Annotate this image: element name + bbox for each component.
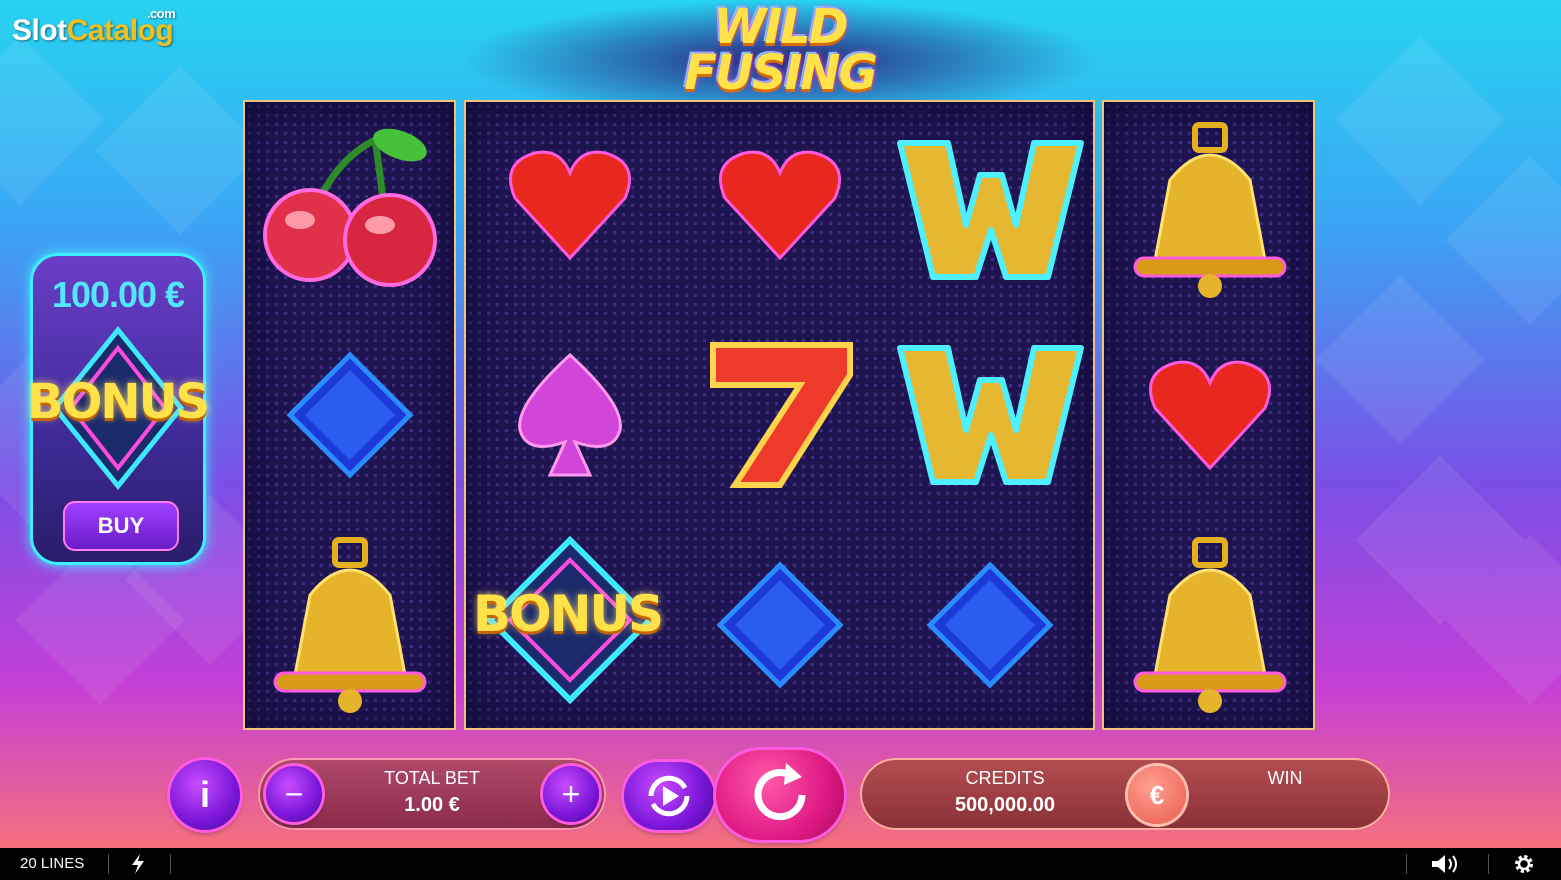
red-heart-symbol bbox=[675, 100, 885, 310]
divider bbox=[108, 854, 109, 874]
lines-label: 20 LINES bbox=[20, 855, 85, 872]
euro-icon: € bbox=[1149, 779, 1165, 810]
status-bar: 20 LINES bbox=[0, 848, 1561, 880]
watermark: SlotCatalog .com bbox=[12, 6, 176, 48]
turbo-lightning-icon[interactable] bbox=[130, 854, 146, 874]
divider bbox=[170, 854, 171, 874]
bonus-symbol: BONUS bbox=[465, 515, 675, 725]
autoplay-icon bbox=[648, 775, 690, 817]
divider bbox=[1406, 854, 1407, 874]
autoplay-button[interactable] bbox=[624, 762, 714, 830]
bonus-buy-price: 100.00 € bbox=[51, 274, 185, 315]
total-bet-panel: − TOTAL BET 1.00 € + bbox=[258, 758, 606, 830]
gold-bell-symbol bbox=[245, 520, 455, 730]
bonus-symbol-label: BONUS bbox=[473, 585, 664, 643]
credits-value: 500,000.00 bbox=[954, 794, 1056, 816]
info-icon: i bbox=[199, 774, 210, 815]
red-heart-symbol bbox=[1105, 310, 1315, 520]
lucky-seven-symbol bbox=[675, 310, 885, 520]
credits-win-panel: CREDITS 500,000.00 € WIN bbox=[860, 758, 1390, 830]
win-label: WIN bbox=[1267, 768, 1303, 788]
sound-icon[interactable] bbox=[1432, 854, 1460, 874]
wild-w-symbol bbox=[885, 310, 1095, 520]
wild-w-symbol bbox=[885, 105, 1095, 315]
plus-icon: + bbox=[561, 775, 581, 812]
purple-spade-symbol bbox=[465, 310, 675, 520]
currency-button[interactable]: € bbox=[1128, 766, 1186, 824]
divider bbox=[1488, 854, 1489, 874]
buy-button[interactable]: BUY bbox=[63, 501, 179, 551]
settings-gear-icon[interactable] bbox=[1512, 852, 1536, 876]
logo-line-1: WILD bbox=[713, 0, 848, 55]
credits-label: CREDITS bbox=[965, 768, 1045, 788]
spin-icon bbox=[754, 763, 806, 821]
cherry-symbol bbox=[245, 100, 455, 310]
bonus-buy-panel: 100.00 € BONUS BUY bbox=[27, 253, 210, 565]
info-button[interactable]: i bbox=[170, 760, 240, 830]
increase-bet-button[interactable]: + bbox=[543, 766, 599, 822]
red-heart-symbol bbox=[465, 100, 675, 310]
watermark-suffix: .com bbox=[146, 6, 176, 21]
bonus-buy-label: BONUS bbox=[27, 374, 210, 430]
blue-diamond-symbol bbox=[885, 520, 1095, 730]
watermark-brand-a: Slot bbox=[12, 14, 67, 47]
blue-diamond-symbol bbox=[675, 520, 885, 730]
gold-bell-symbol bbox=[1105, 105, 1315, 315]
logo-line-2: FUSING bbox=[684, 45, 878, 101]
game-logo: WILD FUSING bbox=[650, 0, 910, 101]
blue-diamond-symbol bbox=[245, 310, 455, 520]
spin-button[interactable] bbox=[716, 750, 844, 840]
gold-bell-symbol bbox=[1105, 520, 1315, 730]
